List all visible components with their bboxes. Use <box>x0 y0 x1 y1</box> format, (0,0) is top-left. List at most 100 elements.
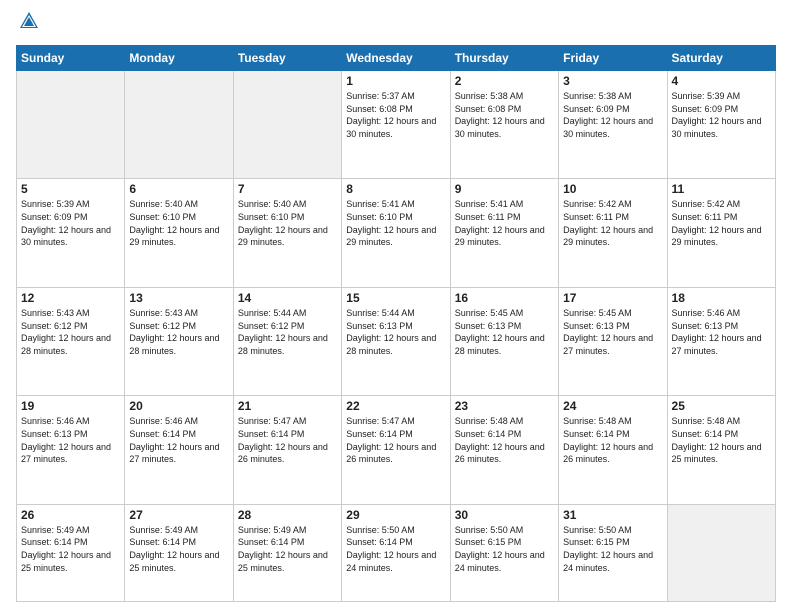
day-info: Sunrise: 5:38 AM Sunset: 6:08 PM Dayligh… <box>455 90 554 140</box>
day-number: 24 <box>563 399 662 413</box>
table-row <box>17 71 125 179</box>
day-number: 23 <box>455 399 554 413</box>
day-number: 28 <box>238 508 337 522</box>
table-row: 12 Sunrise: 5:43 AM Sunset: 6:12 PM Dayli… <box>17 287 125 395</box>
day-number: 11 <box>672 182 771 196</box>
col-friday: Friday <box>559 46 667 71</box>
calendar-table: Sunday Monday Tuesday Wednesday Thursday… <box>16 45 776 602</box>
day-number: 3 <box>563 74 662 88</box>
table-row: 7Sunrise: 5:40 AM Sunset: 6:10 PM Daylig… <box>233 179 341 287</box>
col-thursday: Thursday <box>450 46 558 71</box>
day-info: Sunrise: 5:39 AM Sunset: 6:09 PM Dayligh… <box>21 198 120 248</box>
day-info: Sunrise: 5:44 AM Sunset: 6:13 PM Dayligh… <box>346 307 445 357</box>
day-number: 6 <box>129 182 228 196</box>
table-row: 26Sunrise: 5:49 AM Sunset: 6:14 PM Dayli… <box>17 504 125 601</box>
day-info: Sunrise: 5:48 AM Sunset: 6:14 PM Dayligh… <box>455 415 554 465</box>
logo <box>16 10 40 37</box>
logo-icon <box>18 10 40 32</box>
day-info: Sunrise: 5:47 AM Sunset: 6:14 PM Dayligh… <box>238 415 337 465</box>
table-row: 20Sunrise: 5:46 AM Sunset: 6:14 PM Dayli… <box>125 396 233 504</box>
table-row: 6 Sunrise: 5:40 AM Sunset: 6:10 PM Daylig… <box>125 179 233 287</box>
table-row: 1 Sunrise: 5:37 AM Sunset: 6:08 PM Daylig… <box>342 71 450 179</box>
table-row: 4 Sunrise: 5:39 AM Sunset: 6:09 PM Daylig… <box>667 71 775 179</box>
day-info: Sunrise: 5:40 AM Sunset: 6:10 PM Dayligh… <box>129 198 228 248</box>
day-number: 16 <box>455 291 554 305</box>
col-sunday: Sunday <box>17 46 125 71</box>
table-row: 22Sunrise: 5:47 AM Sunset: 6:14 PM Dayli… <box>342 396 450 504</box>
day-info: Sunrise: 5:40 AM Sunset: 6:10 PM Dayligh… <box>238 198 337 248</box>
day-info: Sunrise: 5:46 AM Sunset: 6:13 PM Dayligh… <box>672 307 771 357</box>
table-row: 27 Sunrise: 5:49 AM Sunset: 6:14 PM Dayli… <box>125 504 233 601</box>
day-number: 31 <box>563 508 662 522</box>
day-info: Sunrise: 5:45 AM Sunset: 6:13 PM Dayligh… <box>563 307 662 357</box>
day-number: 22 <box>346 399 445 413</box>
col-wednesday: Wednesday <box>342 46 450 71</box>
table-row: 17 Sunrise: 5:45 AM Sunset: 6:13 PM Dayli… <box>559 287 667 395</box>
day-info: Sunrise: 5:43 AM Sunset: 6:12 PM Dayligh… <box>21 307 120 357</box>
day-number: 27 <box>129 508 228 522</box>
table-row: 28 Sunrise: 5:49 AM Sunset: 6:14 PM Dayli… <box>233 504 341 601</box>
day-info: Sunrise: 5:41 AM Sunset: 6:11 PM Dayligh… <box>455 198 554 248</box>
table-row: 31 Sunrise: 5:50 AM Sunset: 6:15 PM Dayli… <box>559 504 667 601</box>
table-row: 3 Sunrise: 5:38 AM Sunset: 6:09 PM Daylig… <box>559 71 667 179</box>
day-number: 17 <box>563 291 662 305</box>
table-row: 9 Sunrise: 5:41 AM Sunset: 6:11 PM Daylig… <box>450 179 558 287</box>
day-number: 19 <box>21 399 120 413</box>
day-info: Sunrise: 5:42 AM Sunset: 6:11 PM Dayligh… <box>672 198 771 248</box>
day-number: 8 <box>346 182 445 196</box>
day-info: Sunrise: 5:50 AM Sunset: 6:15 PM Dayligh… <box>563 524 662 574</box>
table-row: 10 Sunrise: 5:42 AM Sunset: 6:11 PM Dayli… <box>559 179 667 287</box>
table-row <box>233 71 341 179</box>
table-row: 25 Sunrise: 5:48 AM Sunset: 6:14 PM Dayli… <box>667 396 775 504</box>
page: Sunday Monday Tuesday Wednesday Thursday… <box>0 0 792 612</box>
day-number: 25 <box>672 399 771 413</box>
day-info: Sunrise: 5:49 AM Sunset: 6:14 PM Dayligh… <box>129 524 228 574</box>
day-info: Sunrise: 5:39 AM Sunset: 6:09 PM Dayligh… <box>672 90 771 140</box>
day-number: 4 <box>672 74 771 88</box>
table-row: 13 Sunrise: 5:43 AM Sunset: 6:12 PM Dayli… <box>125 287 233 395</box>
table-row: 11 Sunrise: 5:42 AM Sunset: 6:11 PM Dayli… <box>667 179 775 287</box>
table-row: 18 Sunrise: 5:46 AM Sunset: 6:13 PM Dayli… <box>667 287 775 395</box>
day-number: 9 <box>455 182 554 196</box>
day-number: 29 <box>346 508 445 522</box>
day-info: Sunrise: 5:50 AM Sunset: 6:15 PM Dayligh… <box>455 524 554 574</box>
day-info: Sunrise: 5:41 AM Sunset: 6:10 PM Dayligh… <box>346 198 445 248</box>
table-row <box>125 71 233 179</box>
day-info: Sunrise: 5:48 AM Sunset: 6:14 PM Dayligh… <box>672 415 771 465</box>
day-number: 26 <box>21 508 120 522</box>
day-info: Sunrise: 5:44 AM Sunset: 6:12 PM Dayligh… <box>238 307 337 357</box>
day-info: Sunrise: 5:49 AM Sunset: 6:14 PM Dayligh… <box>238 524 337 574</box>
table-row: 30 Sunrise: 5:50 AM Sunset: 6:15 PM Dayli… <box>450 504 558 601</box>
day-info: Sunrise: 5:43 AM Sunset: 6:12 PM Dayligh… <box>129 307 228 357</box>
day-info: Sunrise: 5:37 AM Sunset: 6:08 PM Dayligh… <box>346 90 445 140</box>
table-row: 21Sunrise: 5:47 AM Sunset: 6:14 PM Dayli… <box>233 396 341 504</box>
day-number: 13 <box>129 291 228 305</box>
day-number: 15 <box>346 291 445 305</box>
table-row: 14 Sunrise: 5:44 AM Sunset: 6:12 PM Dayli… <box>233 287 341 395</box>
table-row: 16Sunrise: 5:45 AM Sunset: 6:13 PM Dayli… <box>450 287 558 395</box>
header <box>16 10 776 37</box>
day-info: Sunrise: 5:38 AM Sunset: 6:09 PM Dayligh… <box>563 90 662 140</box>
day-info: Sunrise: 5:42 AM Sunset: 6:11 PM Dayligh… <box>563 198 662 248</box>
day-info: Sunrise: 5:46 AM Sunset: 6:13 PM Dayligh… <box>21 415 120 465</box>
table-row: 29 Sunrise: 5:50 AM Sunset: 6:14 PM Dayli… <box>342 504 450 601</box>
day-number: 2 <box>455 74 554 88</box>
day-number: 12 <box>21 291 120 305</box>
table-row: 23 Sunrise: 5:48 AM Sunset: 6:14 PM Dayli… <box>450 396 558 504</box>
table-row: 2 Sunrise: 5:38 AM Sunset: 6:08 PM Daylig… <box>450 71 558 179</box>
day-number: 10 <box>563 182 662 196</box>
table-row: 8 Sunrise: 5:41 AM Sunset: 6:10 PM Daylig… <box>342 179 450 287</box>
table-row: 19 Sunrise: 5:46 AM Sunset: 6:13 PM Dayli… <box>17 396 125 504</box>
day-number: 30 <box>455 508 554 522</box>
day-info: Sunrise: 5:46 AM Sunset: 6:14 PM Dayligh… <box>129 415 228 465</box>
calendar-header-row: Sunday Monday Tuesday Wednesday Thursday… <box>17 46 776 71</box>
day-number: 18 <box>672 291 771 305</box>
table-row <box>667 504 775 601</box>
day-number: 14 <box>238 291 337 305</box>
table-row: 5 Sunrise: 5:39 AM Sunset: 6:09 PM Daylig… <box>17 179 125 287</box>
day-number: 5 <box>21 182 120 196</box>
col-tuesday: Tuesday <box>233 46 341 71</box>
col-monday: Monday <box>125 46 233 71</box>
day-info: Sunrise: 5:50 AM Sunset: 6:14 PM Dayligh… <box>346 524 445 574</box>
day-number: 1 <box>346 74 445 88</box>
